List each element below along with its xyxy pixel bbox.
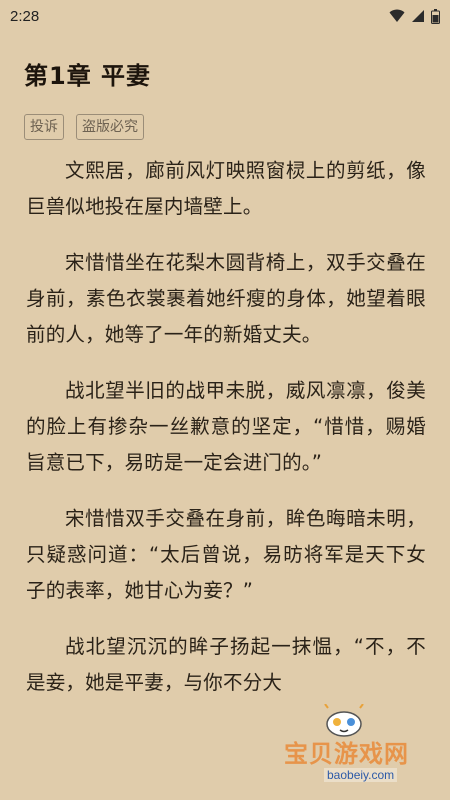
paragraph: 宋惜惜坐在花梨木圆背椅上，双手交叠在身前，素色衣裳裹着她纤瘦的身体，她望着眼前的… (26, 251, 426, 346)
wifi-icon (389, 9, 405, 23)
piracy-notice-button[interactable]: 盗版必究 (76, 114, 144, 140)
paragraph: 文熙居，廊前风灯映照窗棂上的剪纸，像巨兽似地投在屋内墙壁上。 (26, 159, 426, 218)
paragraph: 战北望半旧的战甲未脱，威风凛凛，俊美的脸上有掺杂一丝歉意的坚定，“惜惜，赐婚旨意… (26, 379, 426, 474)
chapter-title: 第1章 平妻 (24, 62, 152, 90)
watermark-url: baobeiy.com (324, 768, 398, 782)
status-icons (389, 8, 440, 24)
cell-signal-icon (411, 9, 425, 23)
paragraph: 宋惜惜双手交叠在身前，眸色晦暗未明，只疑惑问道：“太后曾说，易昉将军是天下女子的… (26, 507, 426, 602)
report-button[interactable]: 投诉 (24, 114, 64, 140)
paragraph: 战北望沉沉的眸子扬起一抹愠，“不，不是妾，她是平妻，与你不分大 (26, 635, 426, 694)
watermark-brand: 宝贝游戏网 (284, 740, 409, 768)
status-bar: 2:28 (0, 0, 450, 32)
watermark: 宝贝游戏网 baobeiy.com (284, 704, 444, 790)
status-time: 2:28 (10, 7, 40, 25)
battery-icon (431, 8, 440, 24)
chapter-content[interactable]: 文熙居，廊前风灯映照窗棂上的剪纸，像巨兽似地投在屋内墙壁上。 宋惜惜坐在花梨木圆… (26, 153, 426, 721)
chapter-actions: 投诉 盗版必究 (24, 114, 144, 140)
